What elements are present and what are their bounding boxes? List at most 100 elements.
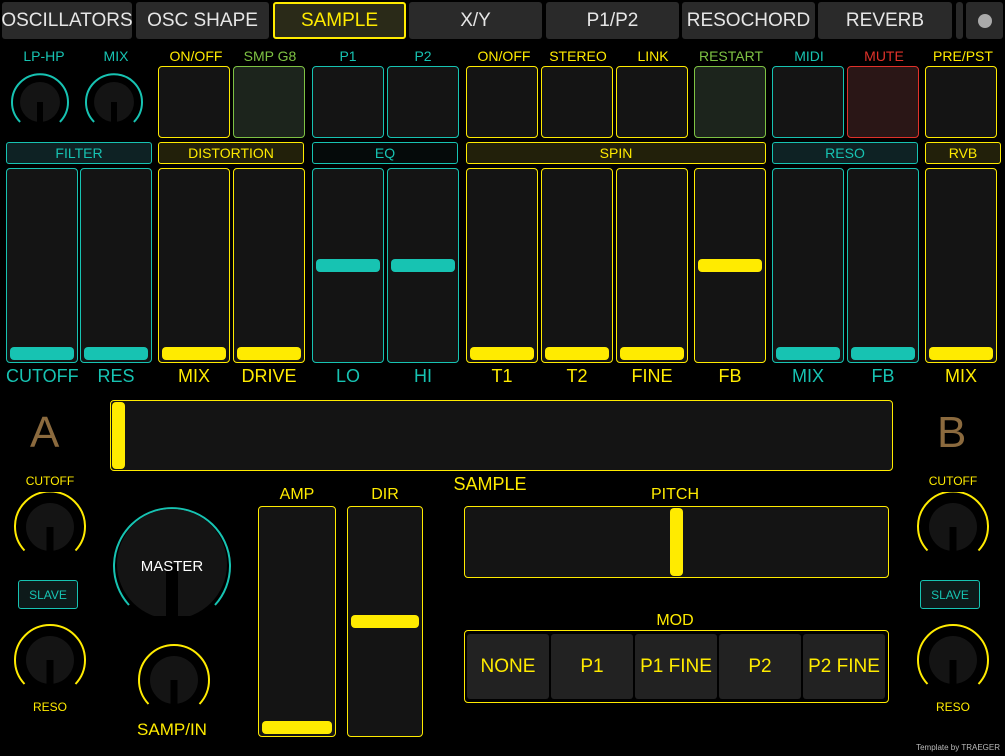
distortion-onoff-label: ON/OFF	[169, 48, 223, 64]
side-a-label: A	[30, 408, 60, 457]
dir-fader-handle[interactable]	[351, 615, 419, 628]
pitch-label: PITCH	[651, 486, 699, 503]
spin-fine-fader-handle[interactable]	[620, 347, 684, 360]
distortion-mix-fader-handle[interactable]	[162, 347, 226, 360]
tab-sample[interactable]: SAMPLE	[273, 2, 406, 39]
sample-slider-handle[interactable]	[112, 402, 125, 469]
lp-hp-knob[interactable]	[8, 70, 72, 134]
amp-label: AMP	[279, 486, 315, 503]
rvb-mix-label: MIX	[944, 366, 977, 386]
distortion-mix-label: MIX	[177, 366, 210, 386]
spin-onoff-label: ON/OFF	[477, 48, 531, 64]
master-label: MASTER	[140, 558, 204, 575]
spin-t1-label: T1	[491, 366, 513, 386]
mix-knob[interactable]	[82, 70, 146, 134]
mute-button[interactable]	[847, 66, 919, 138]
link-label: LINK	[637, 48, 669, 64]
reso-mix-label: MIX	[791, 366, 824, 386]
a-cutoff-knob[interactable]	[12, 492, 88, 562]
spin-t1-fader-handle[interactable]	[470, 347, 534, 360]
stereo-button[interactable]	[541, 66, 613, 138]
tab-divider	[956, 2, 963, 39]
mod-option-p1-fine[interactable]: P1 FINE	[635, 634, 717, 699]
reso-mix-fader-handle[interactable]	[776, 347, 840, 360]
spin-t2-fader[interactable]	[541, 168, 613, 363]
pre-pst-label: PRE/PST	[933, 48, 993, 64]
rvb-mix-fader[interactable]	[925, 168, 997, 363]
a-reso-knob[interactable]	[12, 624, 88, 696]
spin-onoff-button[interactable]	[466, 66, 538, 138]
filter-section-label: FILTER	[6, 142, 152, 164]
reso-fb-fader-handle[interactable]	[851, 347, 915, 360]
eq-lo-label: LO	[335, 366, 360, 386]
midi-button[interactable]	[772, 66, 844, 138]
sample-slider[interactable]	[110, 400, 893, 471]
tab-p1p2[interactable]: P1/P2	[546, 2, 679, 39]
record-dot-icon	[977, 13, 992, 28]
samp-in-label: SAMP/IN	[137, 720, 207, 739]
eq-hi-fader-handle[interactable]	[391, 259, 455, 272]
record-button[interactable]	[966, 2, 1003, 39]
amp-fader-handle[interactable]	[262, 721, 332, 734]
smp-g8-label: SMP G8	[243, 48, 297, 64]
midi-label: MIDI	[794, 48, 824, 64]
eq-lo-fader[interactable]	[312, 168, 384, 363]
side-b-label: B	[937, 408, 967, 457]
mute-label: MUTE	[864, 48, 904, 64]
template-credit: Template by TRAEGER	[916, 743, 1000, 752]
pitch-slider[interactable]	[464, 506, 889, 578]
b-cutoff-label: CUTOFF	[928, 474, 978, 488]
b-slave-button[interactable]: SLAVE	[920, 580, 980, 609]
smp-g8-button[interactable]	[233, 66, 305, 138]
pre-pst-button[interactable]	[925, 66, 997, 138]
mod-option-none[interactable]: NONE	[467, 634, 549, 699]
drive-fader-handle[interactable]	[237, 347, 301, 360]
dir-fader[interactable]	[347, 506, 423, 737]
amp-fader[interactable]	[258, 506, 336, 737]
restart-button[interactable]	[694, 66, 766, 138]
mod-option-p2-fine[interactable]: P2 FINE	[803, 634, 885, 699]
cutoff-fader[interactable]	[6, 168, 78, 363]
eq-p2-button[interactable]	[387, 66, 459, 138]
a-slave-button[interactable]: SLAVE	[18, 580, 78, 609]
res-label: RES	[97, 366, 135, 386]
a-reso-label: RESO	[32, 700, 67, 714]
spin-fine-fader[interactable]	[616, 168, 688, 363]
spin-section-label: SPIN	[466, 142, 766, 164]
spin-fb-fader-handle[interactable]	[698, 259, 762, 272]
reso-fb-fader[interactable]	[847, 168, 919, 363]
distortion-mix-fader[interactable]	[158, 168, 230, 363]
b-reso-knob[interactable]	[915, 624, 991, 696]
tab-oscillators[interactable]: OSCILLATORS	[1, 2, 133, 39]
mod-option-p2[interactable]: P2	[719, 634, 801, 699]
spin-t2-fader-handle[interactable]	[545, 347, 609, 360]
cutoff-fader-handle[interactable]	[10, 347, 74, 360]
spin-t2-label: T2	[566, 366, 588, 386]
eq-hi-fader[interactable]	[387, 168, 459, 363]
rvb-section-label: RVB	[925, 142, 1001, 164]
res-fader[interactable]	[80, 168, 152, 363]
drive-label: DRIVE	[241, 366, 297, 386]
tab-osc-shape[interactable]: OSC SHAPE	[136, 2, 269, 39]
tab-resochord[interactable]: RESOCHORD	[682, 2, 815, 39]
tab-xy[interactable]: X/Y	[409, 2, 542, 39]
eq-section-label: EQ	[312, 142, 458, 164]
rvb-mix-fader-handle[interactable]	[929, 347, 993, 360]
distortion-section-label: DISTORTION	[158, 142, 304, 164]
dir-label: DIR	[371, 486, 399, 503]
res-fader-handle[interactable]	[84, 347, 148, 360]
spin-fb-fader[interactable]	[694, 168, 766, 363]
eq-lo-fader-handle[interactable]	[316, 259, 380, 272]
tab-reverb[interactable]: REVERB	[818, 2, 952, 39]
reso-mix-fader[interactable]	[772, 168, 844, 363]
reso-section-label: RESO	[772, 142, 918, 164]
drive-fader[interactable]	[233, 168, 305, 363]
samp-in-knob[interactable]	[136, 642, 212, 716]
eq-p1-button[interactable]	[312, 66, 384, 138]
distortion-onoff-button[interactable]	[158, 66, 230, 138]
b-cutoff-knob[interactable]	[915, 492, 991, 562]
spin-t1-fader[interactable]	[466, 168, 538, 363]
link-button[interactable]	[616, 66, 688, 138]
mod-option-p1[interactable]: P1	[551, 634, 633, 699]
pitch-slider-handle[interactable]	[670, 508, 683, 576]
